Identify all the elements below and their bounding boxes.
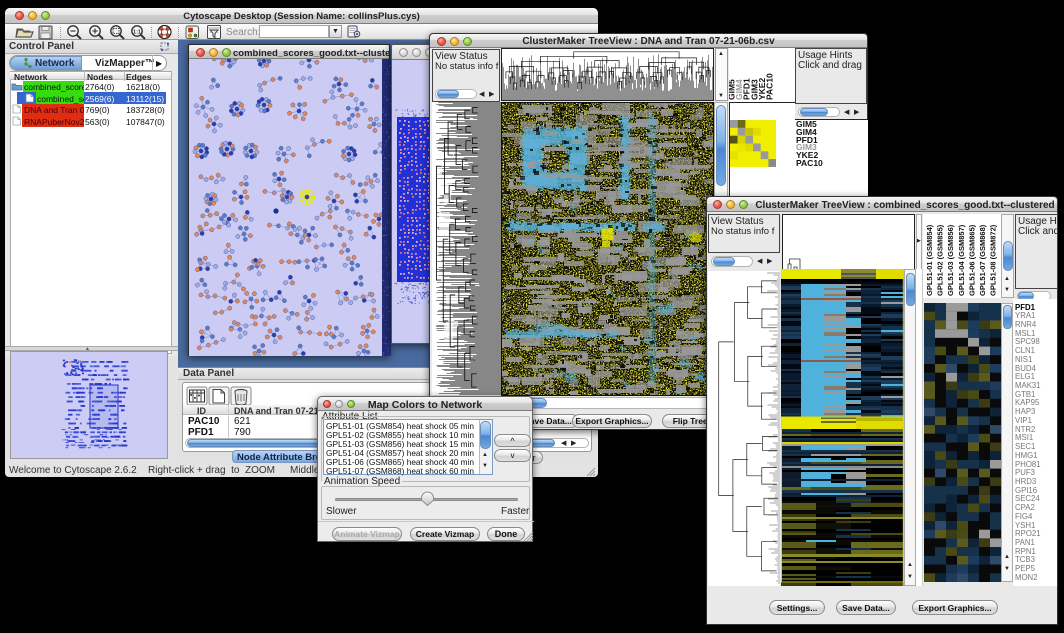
svg-text:1:1: 1:1 — [133, 29, 141, 35]
svg-text:PAC10: PAC10 — [765, 73, 775, 100]
svg-text:GPL51-06 (GSM865): GPL51-06 (GSM865) — [967, 224, 976, 296]
svg-text:GPL51-04 (GSM857): GPL51-04 (GSM857) — [957, 224, 966, 296]
svg-text:GPL51-03 (GSM856): GPL51-03 (GSM856) — [946, 224, 955, 296]
svg-text:GPL51-01 (GSM854): GPL51-01 (GSM854) — [925, 224, 934, 296]
svg-text:GPL51-07 (GSM868): GPL51-07 (GSM868) — [978, 224, 987, 296]
svg-text:GPL51-02 (GSM855): GPL51-02 (GSM855) — [936, 224, 945, 296]
svg-text:GPL51-08 (GSM872): GPL51-08 (GSM872) — [989, 224, 998, 296]
